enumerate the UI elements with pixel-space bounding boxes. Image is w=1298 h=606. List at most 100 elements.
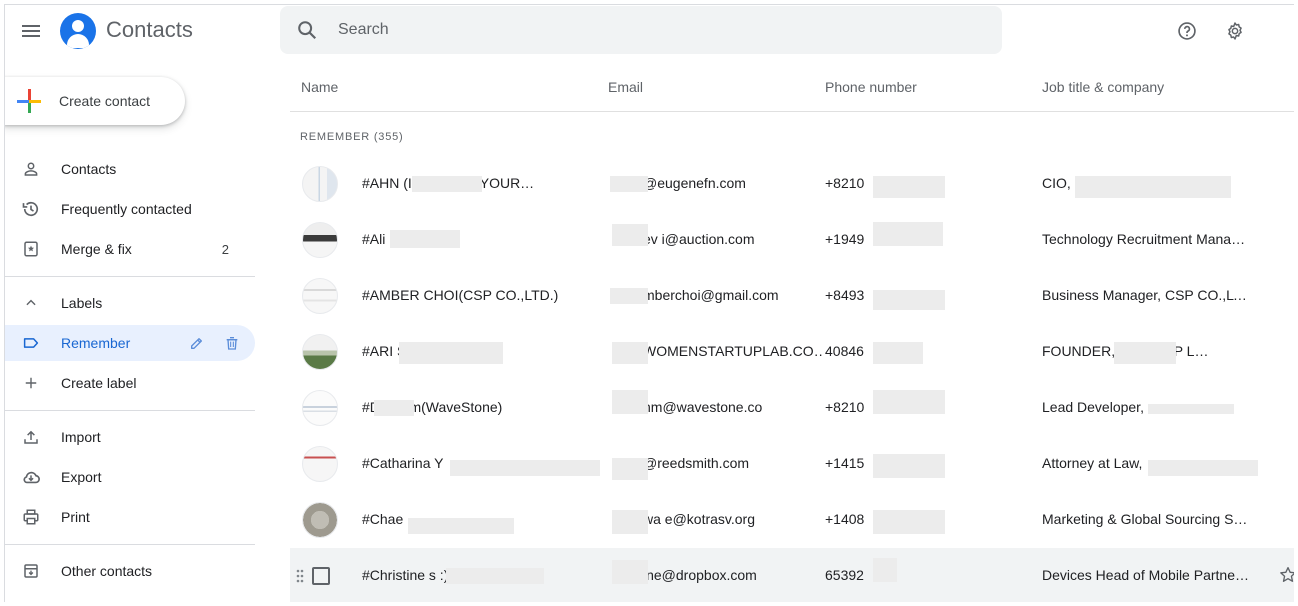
contact-job: Technology Recruitment Mana…	[1042, 231, 1246, 247]
redaction-block	[1114, 342, 1176, 364]
help-icon[interactable]	[1173, 17, 1201, 45]
contact-job: Business Manager, CSP CO.,LTD.	[1042, 287, 1254, 303]
table-row[interactable]: #ARI STARTUP LAB) WOMENSTARTUPLAB.CO… 40…	[290, 324, 1294, 380]
chevron-up-icon	[21, 293, 41, 313]
redaction-block	[873, 222, 943, 246]
contact-job: Devices Head of Mobile Partne…	[1042, 567, 1249, 583]
redaction-block	[408, 518, 514, 534]
sidebar-item-label: Merge & fix	[61, 241, 132, 257]
sidebar-item-label: Frequently contacted	[61, 201, 192, 217]
redaction-block	[873, 342, 923, 364]
plus-icon	[21, 373, 41, 393]
contacts-logo-icon	[60, 13, 96, 49]
table-row[interactable]: #D Hahm(WaveStone) hm@wavestone.co +8210…	[290, 380, 1294, 436]
upload-icon	[21, 427, 41, 447]
sidebar-item-label: Import	[61, 429, 101, 445]
star-icon[interactable]	[1278, 565, 1294, 587]
redaction-block	[374, 400, 414, 416]
avatar	[302, 446, 338, 482]
avatar	[302, 390, 338, 426]
redaction-block	[612, 390, 648, 414]
main-menu-button[interactable]	[17, 17, 45, 45]
contact-email: hm@wavestone.co	[643, 399, 763, 415]
redaction-block	[873, 290, 945, 310]
redaction-block	[873, 510, 945, 534]
sidebar-item-label: Print	[61, 509, 90, 525]
search-input[interactable]	[338, 21, 938, 39]
redaction-block	[1075, 176, 1231, 198]
column-header-email[interactable]: Email	[608, 79, 643, 95]
search-bar	[280, 6, 1002, 54]
person-icon	[21, 159, 41, 179]
history-icon	[21, 199, 41, 219]
drag-handle-icon[interactable]	[296, 569, 304, 583]
select-checkbox[interactable]	[312, 567, 330, 585]
redaction-block	[446, 568, 544, 584]
redaction-block	[399, 342, 503, 364]
merge-fix-count-badge: 2	[221, 241, 229, 257]
sidebar-item-label: Contacts	[61, 161, 117, 177]
redaction-block	[612, 560, 648, 584]
column-header-name[interactable]: Name	[301, 79, 338, 95]
redaction-block	[450, 460, 600, 476]
sidebar-item-label: Create label	[61, 375, 137, 391]
settings-gear-icon[interactable]	[1221, 17, 1249, 45]
avatar	[302, 166, 338, 202]
create-contact-label: Create contact	[59, 93, 151, 109]
sidebar-item-import[interactable]: Import	[5, 419, 255, 455]
table-row[interactable]: #AHN (INVEST IN YOUR… @eugenefn.com +821…	[290, 156, 1294, 212]
create-contact-button[interactable]: Create contact	[5, 77, 185, 125]
sidebar-item-merge-fix[interactable]: Merge & fix 2	[5, 231, 255, 267]
redaction-block	[1148, 460, 1258, 476]
cloud-download-icon	[21, 467, 41, 487]
sidebar-item-create-label[interactable]: Create label	[5, 365, 255, 401]
sidebar-item-export[interactable]: Export	[5, 459, 255, 495]
archive-icon	[21, 561, 41, 581]
edit-pencil-icon[interactable]	[187, 333, 207, 353]
redaction-block	[1148, 404, 1234, 414]
column-header-job[interactable]: Job title & company	[1042, 79, 1164, 95]
redaction-block	[612, 458, 648, 480]
contact-email: @eugenefn.com	[643, 175, 746, 191]
redaction-block	[873, 390, 945, 414]
table-row[interactable]: #Catharina Y @reedsmith.com +1415 Attorn…	[290, 436, 1294, 492]
contact-email: ev i@auction.com	[643, 231, 755, 247]
sidebar-item-frequently-contacted[interactable]: Frequently contacted	[5, 191, 255, 227]
sidebar-item-remember[interactable]: Remember	[5, 325, 255, 361]
redaction-block	[390, 230, 460, 248]
labels-section-toggle[interactable]: Labels	[5, 285, 255, 321]
label-icon	[21, 333, 41, 353]
merge-fix-icon	[21, 239, 41, 259]
app-title: Contacts	[106, 17, 193, 42]
sidebar-divider	[5, 410, 255, 411]
avatar	[302, 334, 338, 370]
table-row[interactable]: #Chae wa e@kotrasv.org +1408 Marketing &…	[290, 492, 1294, 548]
redaction-block	[412, 176, 482, 192]
sidebar-item-print[interactable]: Print	[5, 499, 255, 535]
sidebar-divider	[5, 544, 255, 545]
sidebar-divider	[5, 276, 255, 277]
redaction-block	[612, 510, 648, 534]
redaction-block	[873, 558, 897, 582]
avatar	[302, 222, 338, 258]
avatar	[302, 502, 338, 538]
contact-email: @reedsmith.com	[643, 455, 750, 471]
table-row[interactable]: #AMBER CHOI(CSP CO.,LTD.) mberchoi@gmail…	[290, 268, 1294, 324]
delete-trash-icon[interactable]	[222, 333, 242, 353]
labels-header: Labels	[61, 295, 103, 311]
plus-icon	[17, 89, 41, 113]
contact-name: #AMBER CHOI(CSP CO.,LTD.)	[362, 287, 559, 303]
contact-email: wa e@kotrasv.org	[643, 511, 755, 527]
sidebar-item-label: Remember	[61, 335, 131, 351]
search-icon[interactable]	[296, 19, 318, 41]
table-row[interactable]: #Ali (auction) ev i@auction.com +1949 Te…	[290, 212, 1294, 268]
contacts-app: Contacts Create contact Contacts Frequen…	[4, 4, 1294, 602]
column-header-phone[interactable]: Phone number	[825, 79, 917, 95]
group-label: REMEMBER (355)	[300, 131, 404, 143]
table-row-hovered[interactable]: #Christine s :) ine@dropbox.com 65392 De…	[290, 548, 1294, 602]
contact-email: ine@dropbox.com	[643, 567, 757, 583]
sidebar-item-contacts[interactable]: Contacts	[5, 151, 255, 187]
sidebar-item-other-contacts[interactable]: Other contacts	[5, 553, 255, 589]
contact-job: Marketing & Global Sourcing S…	[1042, 511, 1248, 527]
avatar	[302, 278, 338, 314]
